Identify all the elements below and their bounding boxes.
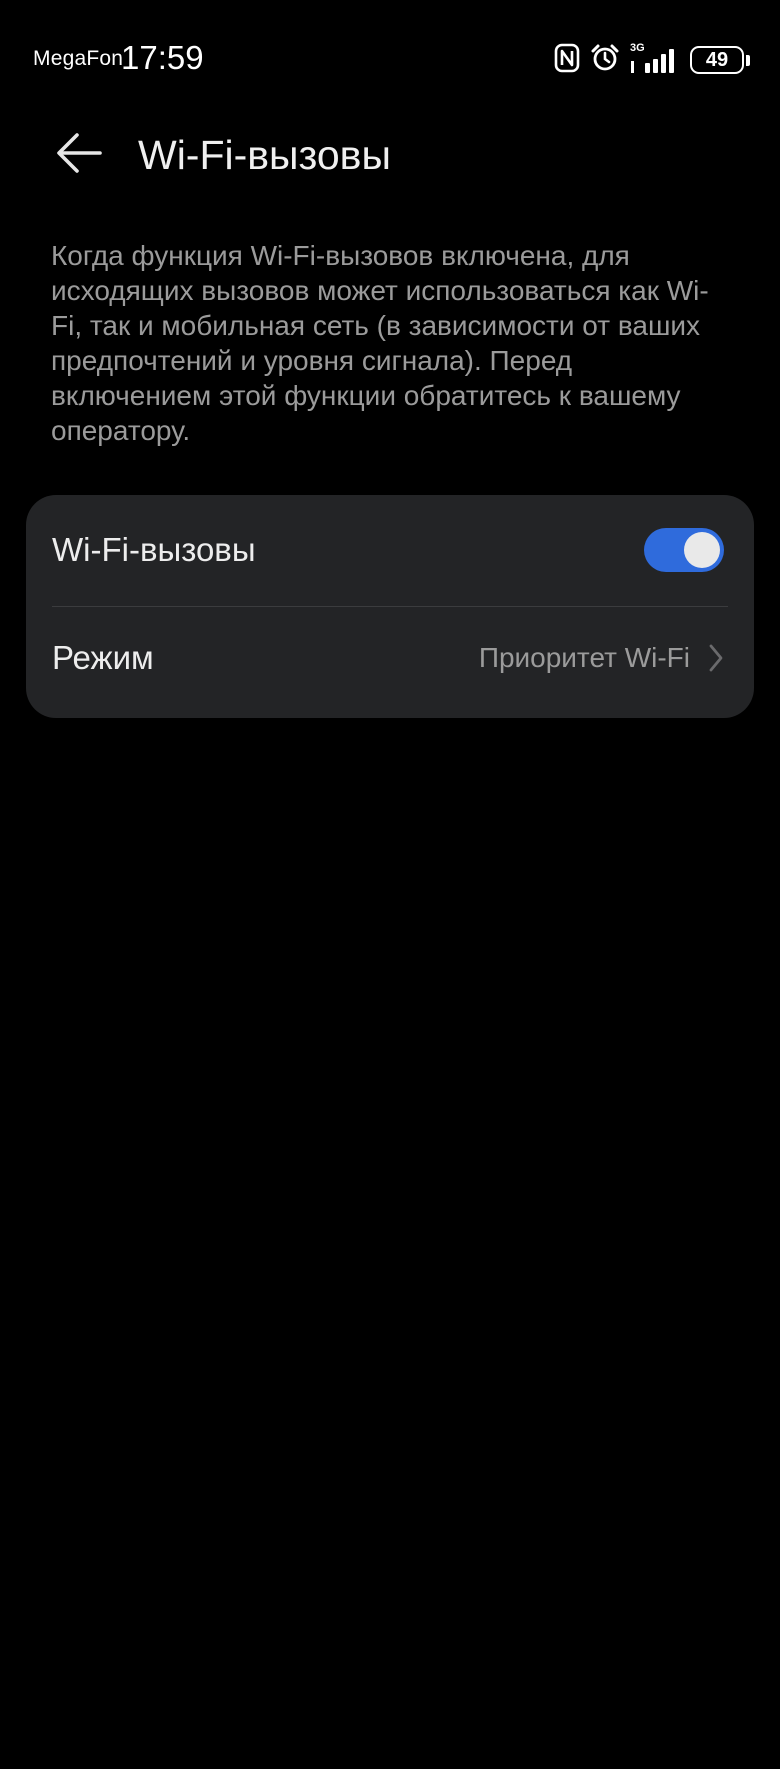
wifi-calling-row[interactable]: Wi-Fi-вызовы (26, 497, 754, 602)
toggle-knob (684, 531, 720, 568)
mode-value: Приоритет Wi-Fi (478, 641, 690, 673)
status-bar: MegaFon 17:59 3G 49 (0, 0, 780, 120)
status-time: 17:59 (121, 39, 204, 76)
signal-icon: 3G (630, 42, 680, 75)
mode-row[interactable]: Режим Приоритет Wi-Fi (26, 605, 754, 710)
nfc-icon (554, 43, 580, 78)
wifi-calling-toggle[interactable] (644, 527, 724, 572)
status-icons: 3G 49 (544, 42, 750, 78)
mode-label: Режим (52, 638, 154, 676)
feature-description: Когда функция Wi-Fi-вызовов включена, дл… (51, 240, 709, 446)
back-button[interactable] (48, 128, 110, 182)
chevron-right-icon (706, 642, 726, 674)
carrier-name: MegaFon (33, 47, 124, 70)
arrow-left-icon (56, 132, 102, 179)
battery-level: 49 (705, 48, 729, 71)
page-title: Wi-Fi-вызовы (138, 132, 391, 178)
wifi-calling-label: Wi-Fi-вызовы (52, 530, 256, 568)
settings-card: Wi-Fi-вызовы Режим Приоритет Wi-Fi (26, 495, 754, 718)
alarm-icon (590, 43, 620, 78)
battery-icon: 49 (690, 46, 744, 74)
battery-tip (746, 54, 750, 66)
